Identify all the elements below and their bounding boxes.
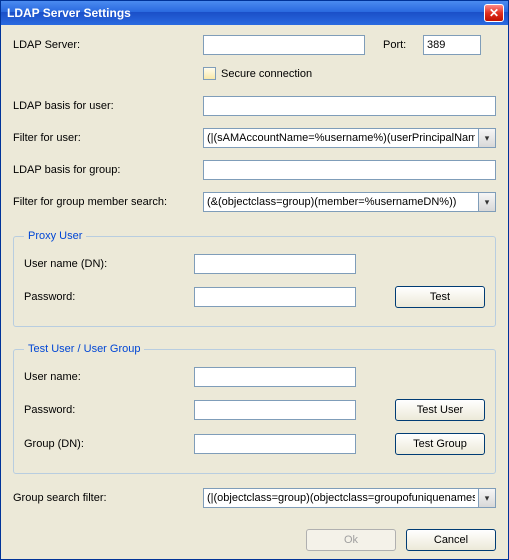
basis-user-label: LDAP basis for user: <box>13 100 203 112</box>
filter-user-combo[interactable]: ▾ <box>203 128 496 148</box>
filter-group-member-combo[interactable]: ▾ <box>203 192 496 212</box>
test-user-button[interactable]: Test User <box>395 399 485 421</box>
secure-connection-checkbox[interactable] <box>203 67 216 80</box>
port-input[interactable] <box>423 35 481 55</box>
test-username-label: User name: <box>24 371 194 383</box>
ok-button[interactable]: Ok <box>306 529 396 551</box>
basis-group-label: LDAP basis for group: <box>13 164 203 176</box>
group-search-dropdown-button[interactable]: ▾ <box>478 488 496 508</box>
window-title: LDAP Server Settings <box>7 6 131 20</box>
basis-group-input[interactable] <box>203 160 496 180</box>
proxy-user-legend: Proxy User <box>24 230 86 242</box>
proxy-test-button[interactable]: Test <box>395 286 485 308</box>
test-group-label: Group (DN): <box>24 438 194 450</box>
filter-group-member-label: Filter for group member search: <box>13 196 203 208</box>
cancel-button[interactable]: Cancel <box>406 529 496 551</box>
group-search-combo[interactable]: ▾ <box>203 488 496 508</box>
test-group-input[interactable] <box>194 434 356 454</box>
proxy-user-group: Proxy User User name (DN): Password: Tes… <box>13 230 496 327</box>
filter-group-member-dropdown-button[interactable]: ▾ <box>478 192 496 212</box>
ldap-server-label: LDAP Server: <box>13 39 203 51</box>
test-group-button[interactable]: Test Group <box>395 433 485 455</box>
chevron-down-icon: ▾ <box>485 198 490 207</box>
proxy-password-input[interactable] <box>194 287 356 307</box>
proxy-password-label: Password: <box>24 291 194 303</box>
secure-connection-label: Secure connection <box>221 68 312 80</box>
filter-user-dropdown-button[interactable]: ▾ <box>478 128 496 148</box>
test-password-input[interactable] <box>194 400 356 420</box>
test-password-label: Password: <box>24 404 194 416</box>
titlebar: LDAP Server Settings ✕ <box>1 1 508 25</box>
test-user-group: Test User / User Group User name: Passwo… <box>13 343 496 474</box>
group-search-label: Group search filter: <box>13 492 203 504</box>
ldap-server-input[interactable] <box>203 35 365 55</box>
test-username-input[interactable] <box>194 367 356 387</box>
basis-user-input[interactable] <box>203 96 496 116</box>
filter-group-member-input[interactable] <box>203 192 478 212</box>
chevron-down-icon: ▾ <box>485 134 490 143</box>
filter-user-label: Filter for user: <box>13 132 203 144</box>
proxy-username-input[interactable] <box>194 254 356 274</box>
close-button[interactable]: ✕ <box>484 4 504 22</box>
filter-user-input[interactable] <box>203 128 478 148</box>
group-search-input[interactable] <box>203 488 478 508</box>
proxy-username-label: User name (DN): <box>24 258 194 270</box>
port-label: Port: <box>383 39 423 51</box>
test-user-legend: Test User / User Group <box>24 343 144 355</box>
chevron-down-icon: ▾ <box>485 494 490 503</box>
close-icon: ✕ <box>489 6 499 20</box>
